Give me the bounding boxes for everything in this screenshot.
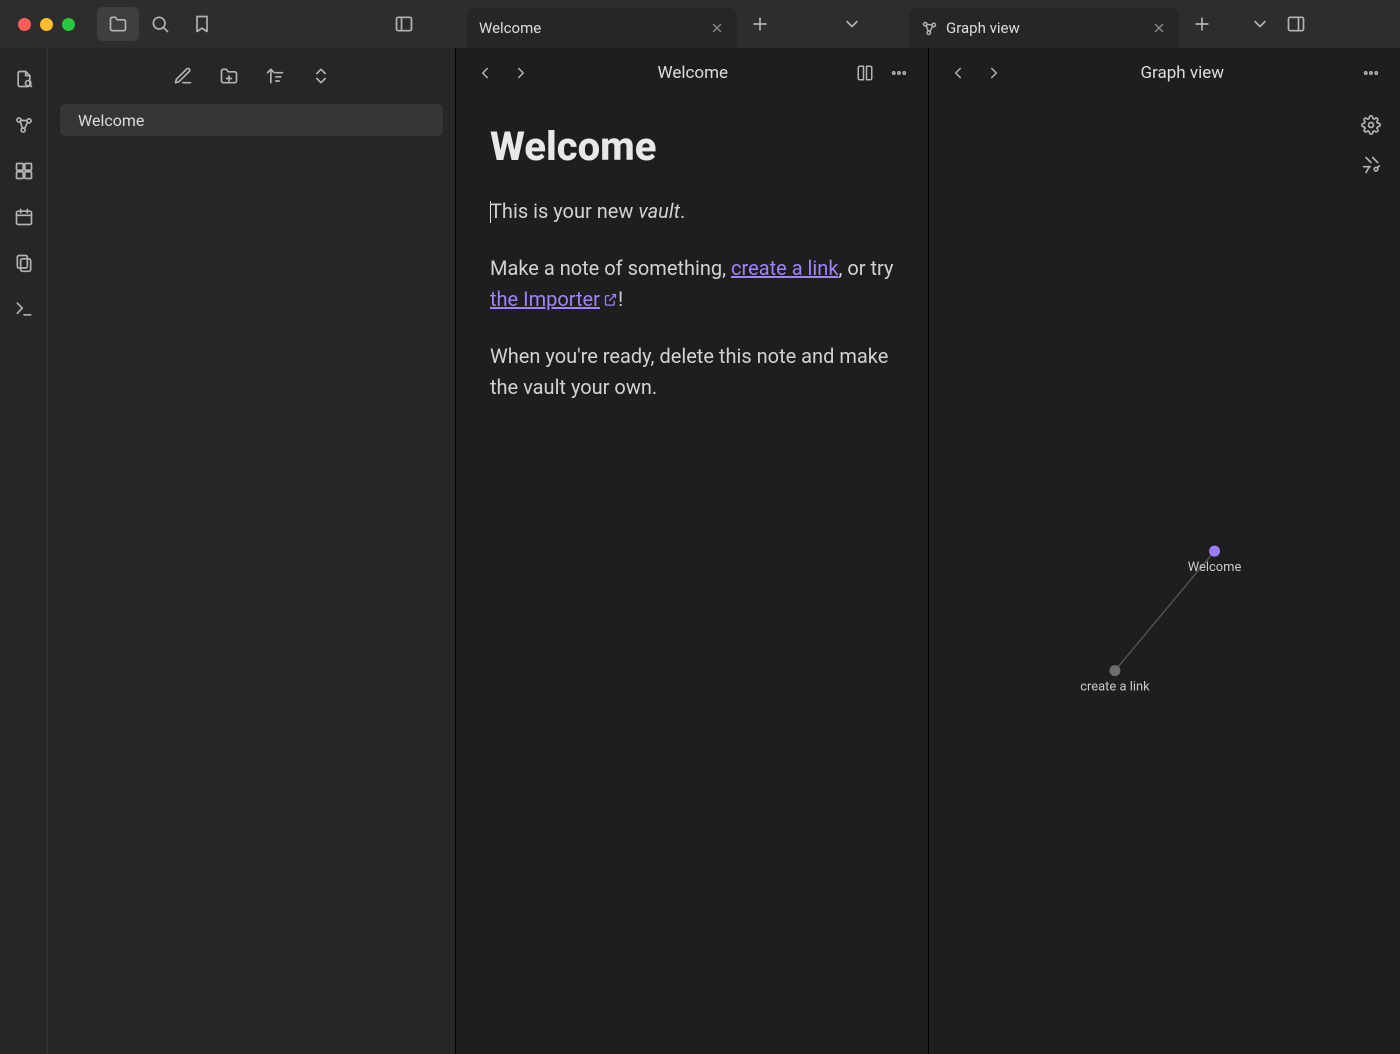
file-list: Welcome: [48, 104, 455, 1054]
new-tab-icon[interactable]: [743, 7, 777, 41]
sidebar-tab-files-icon[interactable]: [97, 7, 139, 41]
graph-node-welcome[interactable]: Welcome: [1187, 546, 1241, 575]
left-sidebar-toggle-icon[interactable]: [383, 7, 425, 41]
editor-header: Welcome: [456, 48, 928, 98]
tab-label: Welcome: [479, 19, 701, 37]
graph-svg: Welcome create a link: [929, 98, 1400, 1054]
nav-back-icon[interactable]: [943, 58, 973, 88]
graph-view-icon[interactable]: [7, 108, 41, 142]
new-note-icon[interactable]: [169, 62, 197, 90]
tab-graph-view[interactable]: Graph view: [909, 8, 1179, 48]
tab-list-icon[interactable]: [835, 7, 869, 41]
note-paragraph-3: When you're ready, delete this note and …: [490, 341, 894, 403]
nav-forward-icon[interactable]: [979, 58, 1009, 88]
canvas-icon[interactable]: [7, 154, 41, 188]
more-options-icon[interactable]: [884, 58, 914, 88]
external-link-importer[interactable]: the Importer: [490, 284, 618, 315]
window-controls: [18, 18, 75, 31]
tab-group-right: Graph view: [909, 0, 1319, 48]
graph-header: Graph view: [929, 48, 1400, 98]
note-heading: Welcome: [490, 116, 894, 178]
editor-pane: Welcome Welcome This is your new vault. …: [456, 48, 928, 1054]
svg-text:Welcome: Welcome: [1187, 560, 1241, 575]
command-palette-icon[interactable]: [7, 292, 41, 326]
window-close[interactable]: [18, 18, 31, 31]
file-item-label: Welcome: [78, 111, 144, 130]
nav-back-icon[interactable]: [470, 58, 500, 88]
nav-forward-icon[interactable]: [506, 58, 536, 88]
pane-title: Graph view: [1015, 63, 1351, 83]
collapse-icon[interactable]: [307, 62, 335, 90]
pane-title: Welcome: [542, 63, 844, 83]
daily-note-icon[interactable]: [7, 200, 41, 234]
file-explorer: Welcome: [48, 48, 456, 1054]
graph-pane: Graph view We: [928, 48, 1400, 1054]
more-options-icon[interactable]: [1356, 58, 1386, 88]
note-paragraph-1: This is your new vault.: [490, 196, 894, 227]
file-explorer-toolbar: [48, 48, 455, 104]
window-maximize[interactable]: [62, 18, 75, 31]
titlebar: Welcome Graph view: [0, 0, 1400, 48]
svg-text:create a link: create a link: [1080, 680, 1150, 695]
graph-canvas[interactable]: Welcome create a link: [929, 98, 1400, 1054]
file-item-welcome[interactable]: Welcome: [60, 104, 443, 136]
new-tab-icon[interactable]: [1185, 7, 1219, 41]
tab-close-icon[interactable]: [1151, 20, 1167, 36]
graph-node-create-link[interactable]: create a link: [1080, 665, 1150, 694]
tab-group-left: Welcome: [467, 0, 875, 48]
tab-list-icon[interactable]: [1243, 7, 1277, 41]
ribbon: [0, 48, 48, 1054]
window-minimize[interactable]: [40, 18, 53, 31]
note-paragraph-2: Make a note of something, create a link,…: [490, 253, 894, 315]
sort-icon[interactable]: [261, 62, 289, 90]
new-folder-icon[interactable]: [215, 62, 243, 90]
internal-link-create[interactable]: create a link: [731, 256, 838, 280]
tab-label: Graph view: [946, 19, 1143, 37]
reading-view-icon[interactable]: [850, 58, 880, 88]
external-link-icon: [603, 292, 618, 307]
tab-welcome[interactable]: Welcome: [467, 8, 737, 48]
sidebar-tab-search-icon[interactable]: [139, 7, 181, 41]
right-sidebar-toggle-icon[interactable]: [1279, 7, 1313, 41]
quick-switcher-icon[interactable]: [7, 62, 41, 96]
templates-icon[interactable]: [7, 246, 41, 280]
note-editor[interactable]: Welcome This is your new vault. Make a n…: [456, 98, 928, 447]
graph-icon: [921, 20, 938, 37]
sidebar-tab-bookmarks-icon[interactable]: [181, 7, 223, 41]
tab-close-icon[interactable]: [709, 20, 725, 36]
